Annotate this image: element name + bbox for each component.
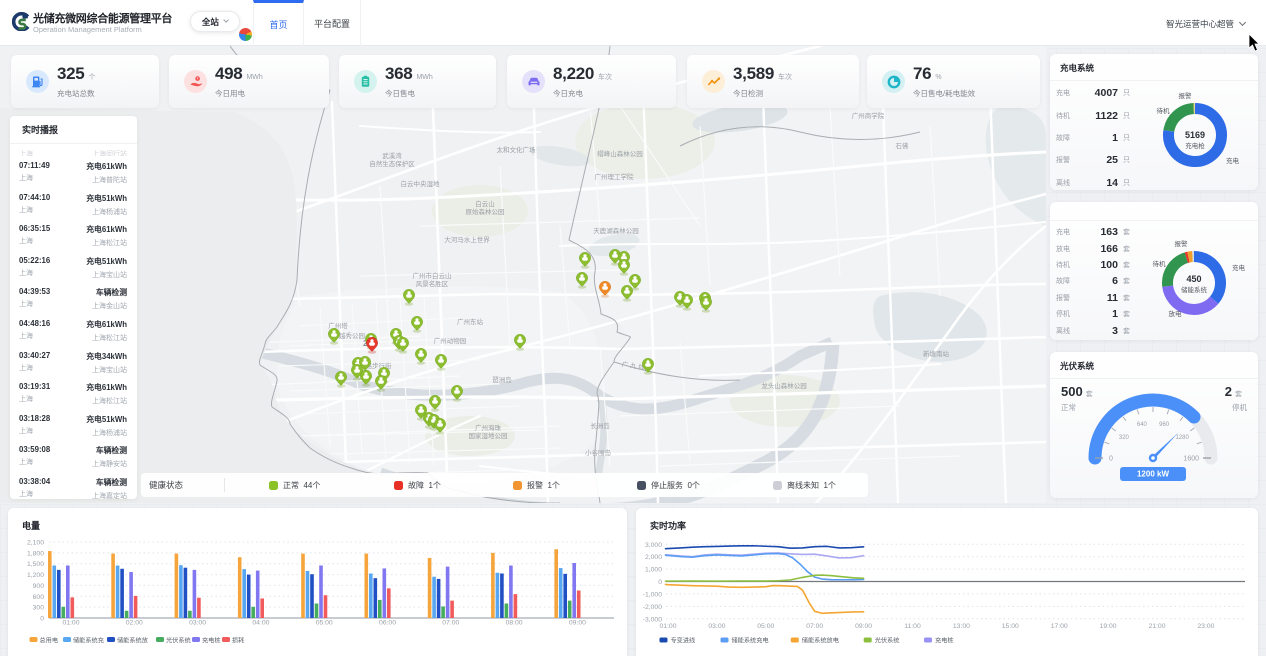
svg-text:储能系统放: 储能系统放 bbox=[117, 637, 148, 645]
svg-text:充电枪: 充电枪 bbox=[1185, 141, 1205, 150]
svg-text:960: 960 bbox=[1159, 422, 1170, 428]
svg-text:5169: 5169 bbox=[1185, 130, 1205, 140]
svg-text:白云山: 白云山 bbox=[475, 199, 495, 208]
svg-text:07:00: 07:00 bbox=[806, 623, 823, 630]
svg-text:21:00: 21:00 bbox=[1148, 623, 1165, 630]
svg-text:大河马水上世界: 大河马水上世界 bbox=[444, 235, 490, 244]
svg-text:充电桩: 充电桩 bbox=[935, 637, 954, 645]
svg-text:风景名胜区: 风景名胜区 bbox=[416, 279, 449, 288]
svg-text:广州塔: 广州塔 bbox=[328, 321, 348, 330]
svg-text:2,100: 2,100 bbox=[27, 540, 44, 547]
svg-text:报警: 报警 bbox=[1175, 239, 1189, 248]
svg-text:05:00: 05:00 bbox=[316, 620, 333, 627]
svg-text:1200 kW: 1200 kW bbox=[1137, 470, 1169, 479]
svg-text:320: 320 bbox=[1119, 435, 1130, 441]
svg-text:报警: 报警 bbox=[1179, 91, 1193, 100]
svg-text:充电桩: 充电桩 bbox=[202, 637, 221, 645]
svg-text:新塘南站: 新塘南站 bbox=[923, 349, 950, 358]
svg-text:-2,000: -2,000 bbox=[643, 604, 662, 611]
svg-text:02:00: 02:00 bbox=[126, 620, 143, 627]
svg-text:储能系统放电: 储能系统放电 bbox=[802, 637, 839, 645]
svg-text:待机: 待机 bbox=[1153, 259, 1167, 268]
svg-text:广州理工学院: 广州理工学院 bbox=[595, 172, 635, 181]
svg-text:900: 900 bbox=[33, 583, 45, 590]
svg-text:广州市白云山: 广州市白云山 bbox=[413, 271, 452, 280]
svg-text:300: 300 bbox=[33, 605, 45, 612]
svg-text:自然生态保护区: 自然生态保护区 bbox=[369, 159, 415, 168]
svg-text:武溪湾: 武溪湾 bbox=[382, 151, 402, 160]
svg-text:光伏系统: 光伏系统 bbox=[875, 637, 900, 645]
svg-text:总用电: 总用电 bbox=[40, 637, 59, 645]
svg-text:06:00: 06:00 bbox=[379, 620, 396, 627]
svg-text:储能系统: 储能系统 bbox=[1181, 285, 1208, 294]
svg-text:3,000: 3,000 bbox=[645, 542, 662, 549]
svg-text:白云中央湿地: 白云中央湿地 bbox=[401, 179, 441, 188]
svg-text:光伏系统: 光伏系统 bbox=[166, 637, 191, 645]
svg-text:1600: 1600 bbox=[1183, 456, 1199, 463]
svg-text:损耗: 损耗 bbox=[232, 637, 244, 645]
svg-text:小谷围岛: 小谷围岛 bbox=[585, 448, 611, 457]
svg-text:帽峰山森林公园: 帽峰山森林公园 bbox=[597, 149, 643, 158]
svg-text:天鹿湖森林公园: 天鹿湖森林公园 bbox=[593, 226, 639, 235]
svg-text:1,800: 1,800 bbox=[27, 550, 44, 557]
svg-text:广州动物园: 广州动物园 bbox=[434, 336, 467, 345]
svg-text:600: 600 bbox=[33, 594, 45, 601]
svg-text:放电: 放电 bbox=[1169, 309, 1183, 318]
svg-text:1,000: 1,000 bbox=[645, 567, 662, 574]
svg-text:03:00: 03:00 bbox=[189, 620, 206, 627]
svg-text:0: 0 bbox=[40, 616, 44, 623]
svg-text:08:00: 08:00 bbox=[506, 620, 523, 627]
svg-text:1,200: 1,200 bbox=[27, 572, 44, 579]
svg-text:640: 640 bbox=[1137, 422, 1148, 428]
svg-text:储能系统充电: 储能系统充电 bbox=[732, 637, 769, 645]
svg-text:07:00: 07:00 bbox=[442, 620, 459, 627]
svg-text:450: 450 bbox=[1186, 274, 1201, 284]
svg-text:15:00: 15:00 bbox=[1002, 623, 1019, 630]
svg-text:石佛: 石佛 bbox=[896, 141, 910, 150]
svg-text:专变进线: 专变进线 bbox=[671, 637, 696, 645]
svg-text:广州东站: 广州东站 bbox=[457, 317, 484, 326]
svg-text:0: 0 bbox=[658, 579, 662, 586]
svg-text:2,000: 2,000 bbox=[645, 554, 662, 561]
svg-text:龙头山森林公园: 龙头山森林公园 bbox=[761, 381, 807, 390]
svg-text:充电: 充电 bbox=[1226, 156, 1240, 165]
svg-text:越秀公园: 越秀公园 bbox=[339, 331, 365, 340]
svg-text:01:00: 01:00 bbox=[62, 620, 79, 627]
svg-text:充电: 充电 bbox=[1232, 263, 1246, 272]
svg-text:11:00: 11:00 bbox=[904, 623, 921, 630]
svg-text:国家湿地公园: 国家湿地公园 bbox=[469, 431, 508, 440]
svg-text:1280: 1280 bbox=[1175, 435, 1189, 441]
svg-text:-1,000: -1,000 bbox=[643, 591, 662, 598]
svg-text:09:00: 09:00 bbox=[855, 623, 872, 630]
svg-text:05:00: 05:00 bbox=[757, 623, 774, 630]
svg-text:广州海珠: 广州海珠 bbox=[475, 423, 502, 432]
svg-text:待机: 待机 bbox=[1157, 106, 1171, 115]
svg-text:01:00: 01:00 bbox=[659, 623, 676, 630]
svg-text:太和文化广场: 太和文化广场 bbox=[497, 145, 537, 154]
svg-text:琶洲岛: 琶洲岛 bbox=[492, 375, 512, 384]
svg-text:原始森林公园: 原始森林公园 bbox=[466, 207, 505, 216]
svg-text:19:00: 19:00 bbox=[1100, 623, 1117, 630]
svg-text:04:00: 04:00 bbox=[252, 620, 269, 627]
svg-text:1,500: 1,500 bbox=[27, 561, 44, 568]
svg-text:17:00: 17:00 bbox=[1051, 623, 1068, 630]
svg-text:0: 0 bbox=[1109, 456, 1113, 463]
svg-text:广州商学院: 广州商学院 bbox=[852, 111, 885, 120]
svg-text:长洲岛: 长洲岛 bbox=[590, 421, 610, 430]
svg-text:09:00: 09:00 bbox=[569, 620, 586, 627]
svg-text:13:00: 13:00 bbox=[953, 623, 970, 630]
svg-text:储能系统充: 储能系统充 bbox=[73, 637, 104, 645]
svg-text:23:00: 23:00 bbox=[1197, 623, 1214, 630]
svg-text:03:00: 03:00 bbox=[708, 623, 725, 630]
